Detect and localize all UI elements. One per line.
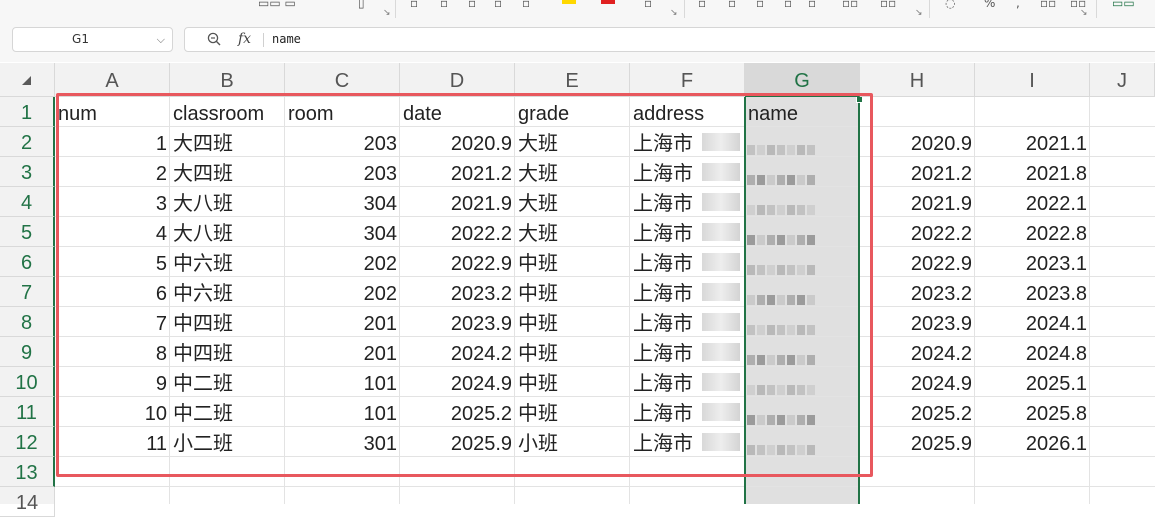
cell-h11[interactable]: 2025.2 bbox=[860, 397, 975, 427]
separator bbox=[263, 33, 264, 47]
name-box-value: G1 bbox=[72, 32, 89, 46]
fx-icon[interactable]: fx bbox=[238, 28, 251, 51]
separator bbox=[395, 0, 396, 18]
row-header-12[interactable]: 12 bbox=[0, 427, 55, 457]
cell-i12[interactable]: 2026.1 bbox=[975, 427, 1090, 457]
cell-h4[interactable]: 2021.9 bbox=[860, 187, 975, 217]
name-box[interactable]: G1 ⌵ bbox=[12, 27, 173, 52]
highlight-annotation bbox=[56, 93, 873, 477]
cell-h10[interactable]: 2024.9 bbox=[860, 367, 975, 397]
font-color-icon[interactable] bbox=[601, 0, 615, 4]
align-dialog-launcher-icon[interactable]: ↘ bbox=[915, 8, 923, 18]
column-headers: ABCDEFGHIJ bbox=[55, 63, 1155, 97]
fill-icon[interactable]: ▯ bbox=[358, 0, 365, 12]
chevron-down-icon[interactable]: ⌵ bbox=[157, 28, 165, 51]
cell-h2[interactable]: 2020.9 bbox=[860, 127, 975, 157]
column-header-h[interactable]: H bbox=[860, 63, 975, 97]
wrap-text-icon[interactable]: ▫ bbox=[808, 0, 816, 12]
row-header-2[interactable]: 2 bbox=[0, 127, 55, 157]
cell-i9[interactable]: 2024.8 bbox=[975, 337, 1090, 367]
align-bottom-icon[interactable]: ▫ bbox=[756, 0, 764, 12]
underline-icon[interactable]: ▫ bbox=[468, 0, 476, 12]
row-headers: 1 2 3 4 5 6 7 8 9 10 11 12 13 14 bbox=[0, 97, 55, 517]
formula-input[interactable]: fx name bbox=[184, 27, 1155, 52]
cell-h5[interactable]: 2022.2 bbox=[860, 217, 975, 247]
grid-line bbox=[55, 486, 1155, 487]
zoom-icon[interactable] bbox=[206, 31, 222, 47]
number-format-icon[interactable]: ◌ bbox=[945, 0, 955, 12]
formula-content: name bbox=[272, 32, 301, 46]
bold-icon[interactable]: ▫ bbox=[410, 0, 418, 12]
select-all-button[interactable] bbox=[0, 63, 55, 97]
row-header-5[interactable]: 5 bbox=[0, 217, 55, 247]
cell-h7[interactable]: 2023.2 bbox=[860, 277, 975, 307]
row-header-3[interactable]: 3 bbox=[0, 157, 55, 187]
increase-decimal-icon[interactable]: ▫▫ bbox=[1040, 0, 1056, 12]
row-header-13[interactable]: 13 bbox=[0, 457, 55, 487]
cell-h12[interactable]: 2025.9 bbox=[860, 427, 975, 457]
merge-icon[interactable]: ▫▫ bbox=[842, 0, 858, 12]
clear-format-icon[interactable]: ▫ bbox=[644, 0, 652, 12]
cell-i3[interactable]: 2021.8 bbox=[975, 157, 1090, 187]
column-header-d[interactable]: D bbox=[400, 63, 515, 97]
row-header-6[interactable]: 6 bbox=[0, 247, 55, 277]
style-dialog-launcher-icon[interactable]: ↘ bbox=[670, 8, 678, 18]
select-all-icon bbox=[22, 76, 31, 85]
row-header-7[interactable]: 7 bbox=[0, 277, 55, 307]
italic-icon[interactable]: ▫ bbox=[440, 0, 448, 12]
decimal-icon[interactable]: , bbox=[1016, 0, 1020, 12]
column-header-a[interactable]: A bbox=[55, 63, 170, 97]
column-header-g[interactable]: G bbox=[745, 63, 860, 97]
align-top-icon[interactable]: ▫ bbox=[698, 0, 706, 12]
separator bbox=[684, 0, 685, 18]
column-header-f[interactable]: F bbox=[630, 63, 745, 97]
separator bbox=[929, 0, 930, 18]
cell-i11[interactable]: 2025.8 bbox=[975, 397, 1090, 427]
align-left-icon[interactable]: ▫ bbox=[784, 0, 792, 12]
align-middle-icon[interactable]: ▫ bbox=[728, 0, 736, 12]
font-dialog-launcher-icon[interactable]: ↘ bbox=[383, 8, 391, 18]
percent-icon[interactable]: % bbox=[984, 0, 995, 12]
cell-i6[interactable]: 2023.1 bbox=[975, 247, 1090, 277]
cell-h8[interactable]: 2023.9 bbox=[860, 307, 975, 337]
cell-h6[interactable]: 2022.9 bbox=[860, 247, 975, 277]
cell-i4[interactable]: 2022.1 bbox=[975, 187, 1090, 217]
cell-h9[interactable]: 2024.2 bbox=[860, 337, 975, 367]
cell-i2[interactable]: 2021.1 bbox=[975, 127, 1090, 157]
column-header-e[interactable]: E bbox=[515, 63, 630, 97]
row-header-1[interactable]: 1 bbox=[0, 97, 55, 127]
format-painter-icon[interactable]: ▭▭ ▭ bbox=[258, 0, 296, 12]
column-header-j[interactable]: J bbox=[1090, 63, 1155, 97]
row-header-4[interactable]: 4 bbox=[0, 187, 55, 217]
row-header-11[interactable]: 11 bbox=[0, 397, 55, 427]
merge-options-icon[interactable]: ▫▫ bbox=[880, 0, 896, 12]
column-header-c[interactable]: C bbox=[285, 63, 400, 97]
fill-color-icon[interactable] bbox=[562, 0, 576, 4]
separator bbox=[1096, 0, 1097, 18]
cell-h3[interactable]: 2021.2 bbox=[860, 157, 975, 187]
conditional-format-icon[interactable]: ▭▭ bbox=[1112, 0, 1135, 12]
strikethrough-icon[interactable]: ▫ bbox=[494, 0, 502, 12]
row-header-14[interactable]: 14 bbox=[0, 487, 55, 517]
cell-i8[interactable]: 2024.1 bbox=[975, 307, 1090, 337]
cell-i5[interactable]: 2022.8 bbox=[975, 217, 1090, 247]
cell-i7[interactable]: 2023.8 bbox=[975, 277, 1090, 307]
column-header-b[interactable]: B bbox=[170, 63, 285, 97]
row-header-10[interactable]: 10 bbox=[0, 367, 55, 397]
number-dialog-launcher-icon[interactable]: ↘ bbox=[1080, 8, 1088, 18]
row-header-9[interactable]: 9 bbox=[0, 337, 55, 367]
border-icon[interactable]: ▫ bbox=[522, 0, 530, 12]
column-header-i[interactable]: I bbox=[975, 63, 1090, 97]
cell-i10[interactable]: 2025.1 bbox=[975, 367, 1090, 397]
row-header-8[interactable]: 8 bbox=[0, 307, 55, 337]
ribbon-toolbar: ▭▭ ▭ ▯ ↘ ▫ ▫ ▫ ▫ ▫ ▫ ↘ ▫ ▫ ▫ ▫ ▫ ▫▫ ▫▫ ↘… bbox=[0, 0, 1155, 21]
